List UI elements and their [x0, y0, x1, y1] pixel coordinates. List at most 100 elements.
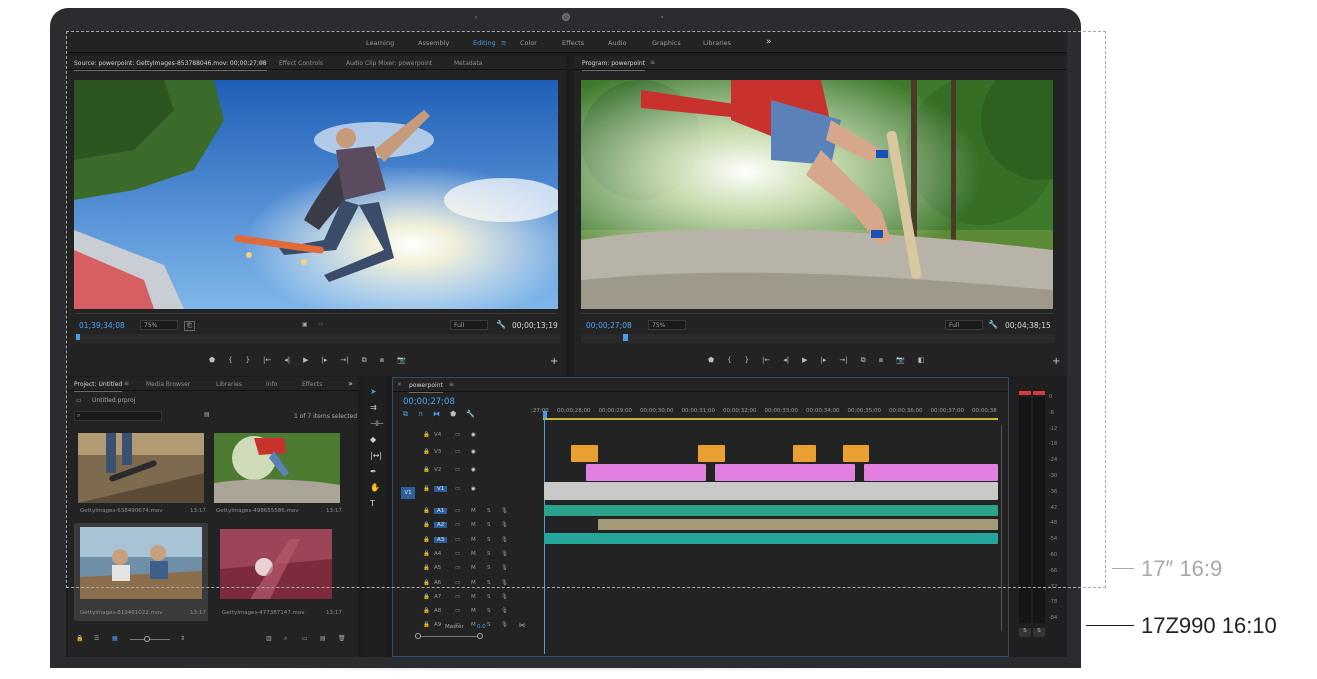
- mute-button[interactable]: M: [471, 608, 476, 614]
- solo-right-button[interactable]: S: [1033, 628, 1045, 637]
- video-track-header[interactable]: 🔒 V4 ▭ ◉: [393, 429, 533, 443]
- mark-in-icon[interactable]: {: [727, 356, 731, 365]
- tab-metadata[interactable]: Metadata: [454, 60, 482, 67]
- audio-track-header[interactable]: 🔒 A2 ▭ M S 🎙: [393, 519, 533, 533]
- audio-track-header[interactable]: 🔒 A1 ▭ M S 🎙: [393, 505, 533, 519]
- source-zoom-bar[interactable]: [74, 313, 558, 314]
- tab-effect-controls[interactable]: Effect Controls: [279, 60, 323, 67]
- mark-out-icon[interactable]: }: [745, 356, 749, 365]
- clip-thumbnail[interactable]: [78, 433, 204, 503]
- playhead[interactable]: [623, 334, 628, 341]
- solo-button[interactable]: S: [487, 522, 491, 528]
- step-back-icon[interactable]: ◂|: [783, 356, 789, 365]
- workspace-editing[interactable]: Editing: [473, 39, 496, 47]
- compare-view-icon[interactable]: ◧: [918, 356, 925, 365]
- track-label[interactable]: V1: [434, 486, 448, 492]
- lock-icon[interactable]: 🔒: [423, 580, 430, 586]
- audio-track-header[interactable]: 🔒 A8 ▭ M S 🎙: [393, 605, 533, 619]
- track-label[interactable]: A7: [434, 594, 441, 600]
- menu-icon[interactable]: ≡: [501, 39, 506, 47]
- add-button-icon[interactable]: +: [550, 356, 558, 367]
- tab-audio-clip-mixer[interactable]: Audio Clip Mixer: powerpoint: [346, 60, 432, 67]
- video-clip-v3[interactable]: [698, 445, 725, 462]
- workspace-libraries[interactable]: Libraries: [703, 39, 731, 47]
- sync-lock-icon[interactable]: ▭: [455, 432, 460, 438]
- clip-thumbnail[interactable]: [220, 529, 332, 599]
- track-label[interactable]: A9: [434, 622, 441, 628]
- video-clip-v2[interactable]: [864, 464, 998, 481]
- sync-lock-icon[interactable]: ▭: [455, 565, 460, 571]
- wrench-icon[interactable]: 🔧: [988, 320, 998, 329]
- nav-arrows-icon[interactable]: ⋈: [519, 622, 525, 629]
- workspaces-overflow-icon[interactable]: »: [766, 37, 772, 47]
- mark-out-icon[interactable]: }: [246, 356, 250, 365]
- slip-tool-icon[interactable]: |↔|: [370, 451, 382, 460]
- razor-tool-icon[interactable]: ◆: [370, 435, 376, 444]
- play-icon[interactable]: ▶: [802, 356, 807, 365]
- program-monitor-title[interactable]: Program: powerpoint: [582, 60, 646, 71]
- microphone-icon[interactable]: 🎙: [501, 580, 508, 586]
- pen-tool-icon[interactable]: ✒: [370, 467, 377, 476]
- add-marker-icon[interactable]: ⬟: [450, 410, 456, 419]
- timeline-sequence-tab[interactable]: powerpoint: [409, 382, 443, 393]
- overwrite-icon[interactable]: ⧈: [380, 356, 384, 365]
- go-to-in-icon[interactable]: |←: [762, 356, 770, 365]
- video-clip-v3[interactable]: [793, 445, 816, 462]
- program-timecode-current[interactable]: 00;00;27;08: [586, 321, 632, 330]
- mute-button[interactable]: M: [471, 580, 476, 586]
- insert-icon[interactable]: ⎗: [184, 321, 195, 331]
- video-clip-v2[interactable]: [715, 464, 855, 481]
- icon-view-icon[interactable]: ▦: [112, 635, 118, 642]
- workspace-color[interactable]: Color: [520, 39, 537, 47]
- eye-icon[interactable]: ◉: [471, 449, 476, 455]
- add-marker-icon[interactable]: ⬟: [209, 356, 215, 365]
- sync-lock-icon[interactable]: ▭: [455, 580, 460, 586]
- track-label[interactable]: A6: [434, 580, 441, 586]
- step-back-icon[interactable]: ◂|: [284, 356, 290, 365]
- audio-clip-a3[interactable]: [544, 533, 998, 544]
- trash-icon[interactable]: 🗑: [338, 635, 346, 642]
- lock-icon[interactable]: 🔒: [423, 467, 430, 473]
- timeline-vertical-scrollbar[interactable]: [1001, 425, 1002, 631]
- sync-lock-icon[interactable]: ▭: [455, 594, 460, 600]
- project-search-input[interactable]: ⌕: [74, 411, 162, 421]
- video-clip-v3[interactable]: [843, 445, 869, 462]
- video-track-header[interactable]: 🔒 V2 ▭ ◉: [393, 464, 533, 478]
- mute-button[interactable]: M: [471, 594, 476, 600]
- program-zoom-dropdown[interactable]: 75%: [648, 320, 686, 330]
- play-icon[interactable]: ▶: [303, 356, 308, 365]
- solo-button[interactable]: S: [487, 594, 491, 600]
- sync-lock-icon[interactable]: ▭: [455, 608, 460, 614]
- go-to-out-icon[interactable]: →|: [340, 356, 348, 365]
- microphone-icon[interactable]: 🎙: [501, 622, 508, 628]
- source-zoom-dropdown[interactable]: 75%: [140, 320, 178, 330]
- menu-icon[interactable]: ≡: [124, 380, 129, 387]
- track-select-tool-icon[interactable]: ⇉: [370, 403, 377, 412]
- lock-icon[interactable]: 🔒: [423, 565, 430, 571]
- sync-lock-icon[interactable]: ▭: [455, 449, 460, 455]
- program-time-ruler[interactable]: [581, 334, 1055, 343]
- lock-icon[interactable]: 🔒: [423, 622, 430, 628]
- sort-icon[interactable]: ⇕: [180, 635, 185, 642]
- solo-left-button[interactable]: S: [1019, 628, 1031, 637]
- track-label[interactable]: A5: [434, 565, 441, 571]
- playhead[interactable]: [543, 411, 547, 418]
- workspace-learning[interactable]: Learning: [366, 39, 394, 47]
- wrench-icon[interactable]: 🔧: [496, 320, 506, 329]
- eye-icon[interactable]: ◉: [471, 486, 476, 492]
- microphone-icon[interactable]: 🎙: [501, 608, 508, 614]
- source-time-ruler[interactable]: [74, 334, 560, 343]
- source-quality-dropdown[interactable]: Full: [450, 320, 488, 330]
- lock-icon[interactable]: 🔒: [423, 522, 430, 528]
- camera-icon[interactable]: 📷: [896, 356, 905, 365]
- mute-button[interactable]: M: [471, 522, 476, 528]
- audio-track-header[interactable]: 🔒 A7 ▭ M S 🎙: [393, 591, 533, 605]
- workspace-effects[interactable]: Effects: [562, 39, 584, 47]
- list-view-icon[interactable]: ☰: [94, 635, 99, 642]
- workspace-audio[interactable]: Audio: [608, 39, 626, 47]
- microphone-icon[interactable]: 🎙: [501, 522, 508, 528]
- drag-video-icon[interactable]: ▣: [302, 321, 308, 328]
- lock-icon[interactable]: 🔒: [423, 486, 430, 492]
- track-label[interactable]: A1: [434, 508, 448, 514]
- video-clip-v2[interactable]: [586, 464, 706, 481]
